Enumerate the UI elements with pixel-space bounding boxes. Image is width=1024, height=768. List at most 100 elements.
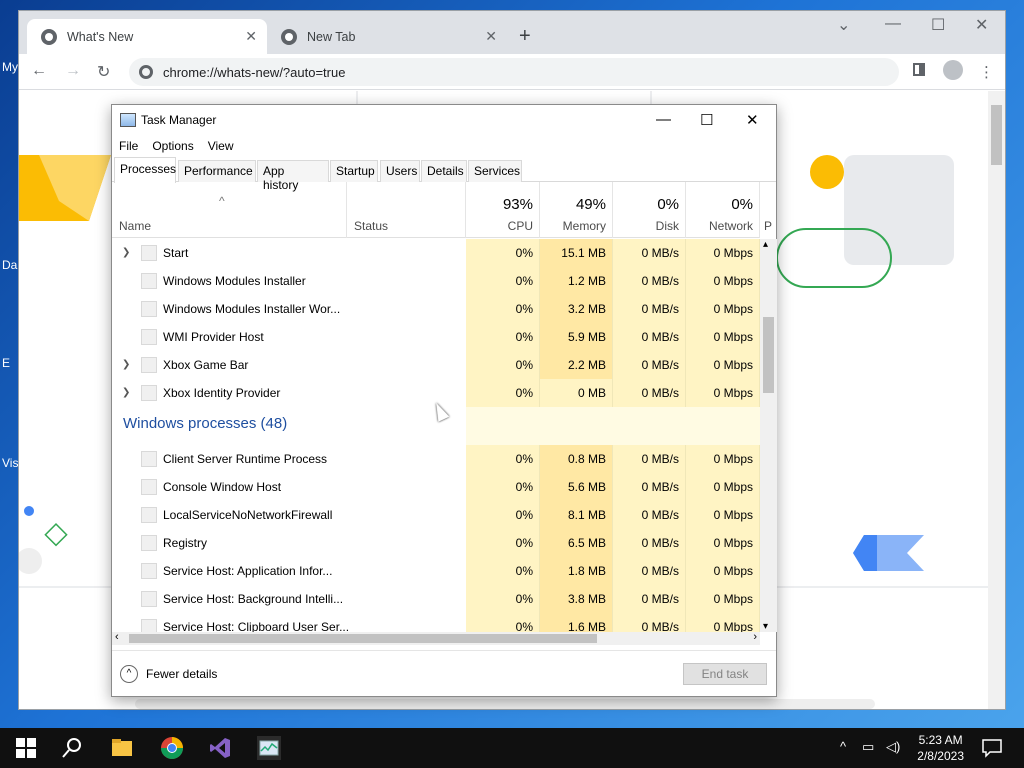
task-manager-icon	[120, 113, 136, 127]
table-row[interactable]: Service Host: Application Infor... 0% 1.…	[112, 557, 760, 585]
chrome-favicon-icon	[41, 28, 57, 45]
tab-details[interactable]: Details	[421, 160, 467, 182]
process-icon	[141, 451, 157, 467]
task-manager-footer: ^ Fewer details End task	[112, 650, 776, 697]
table-row[interactable]: WMI Provider Host 0% 5.9 MB 0 MB/s 0 Mbp…	[112, 323, 760, 351]
process-list: ❯ Start 0% 15.1 MB 0 MB/s 0 Mbps Windows…	[112, 239, 760, 632]
process-icon	[141, 273, 157, 289]
tab-title: New Tab	[307, 29, 356, 44]
tab-services[interactable]: Services	[468, 160, 522, 182]
process-icon	[141, 245, 157, 261]
chrome-favicon-icon	[281, 28, 297, 45]
tab-startup[interactable]: Startup	[330, 160, 378, 182]
desktop-icon-label[interactable]: E	[2, 356, 10, 370]
table-row[interactable]: Windows Modules Installer Wor... 0% 3.2 …	[112, 295, 760, 323]
network-icon[interactable]: ▭	[862, 739, 874, 755]
process-icon	[141, 591, 157, 607]
new-tab-button[interactable]: +	[519, 25, 531, 48]
page-scrollbar[interactable]	[988, 91, 1005, 709]
column-disk[interactable]: 0% Disk	[613, 182, 686, 238]
close-button[interactable]: ✕	[975, 15, 988, 35]
address-bar[interactable]: chrome://whats-new/?auto=true	[129, 58, 899, 86]
tab-new-tab[interactable]: New Tab ✕	[267, 19, 507, 54]
clock[interactable]: 5:23 AM 2/8/2023	[917, 732, 964, 764]
column-network[interactable]: 0% Network	[686, 182, 760, 238]
maximize-button[interactable]: ☐	[931, 15, 945, 35]
desktop-icon-label[interactable]: My	[2, 60, 18, 74]
table-row[interactable]: Registry 0% 6.5 MB 0 MB/s 0 Mbps	[112, 529, 760, 557]
desktop-icon-label[interactable]: Da	[2, 258, 17, 272]
sort-caret-icon: ^	[219, 194, 225, 208]
process-icon	[141, 329, 157, 345]
minimize-button[interactable]: —	[885, 15, 901, 33]
tab-whats-new[interactable]: What's New ✕	[27, 19, 267, 54]
column-cpu[interactable]: 93% CPU	[466, 182, 540, 238]
scroll-left-icon[interactable]: ‹	[115, 631, 119, 643]
scroll-up-icon[interactable]: ▴	[763, 239, 768, 250]
expand-icon[interactable]: ❯	[122, 359, 130, 370]
visual-studio-icon[interactable]	[208, 736, 232, 760]
tab-app-history[interactable]: App history	[257, 160, 329, 192]
window-title: Task Manager	[141, 113, 217, 127]
expand-icon[interactable]: ❯	[122, 387, 130, 398]
tab-users[interactable]: Users	[380, 160, 420, 182]
process-icon	[141, 385, 157, 401]
scrollbar-thumb[interactable]	[129, 634, 597, 643]
search-icon[interactable]	[60, 736, 84, 760]
scroll-right-icon[interactable]: ›	[753, 631, 757, 643]
desktop-icon-label[interactable]: Vis	[2, 456, 18, 470]
scrollbar-thumb[interactable]	[991, 105, 1002, 165]
side-panel-icon[interactable]	[913, 63, 925, 76]
forward-icon[interactable]: →	[65, 62, 81, 80]
minimize-button[interactable]: —	[656, 111, 671, 128]
address-text: chrome://whats-new/?auto=true	[163, 64, 346, 80]
windows-start-icon[interactable]	[14, 736, 38, 760]
table-row[interactable]: Windows Modules Installer 0% 1.2 MB 0 MB…	[112, 267, 760, 295]
column-power[interactable]: P	[760, 182, 774, 238]
clock-time: 5:23 AM	[918, 733, 963, 747]
tab-bar: Processes Performance App history Startu…	[112, 157, 776, 192]
tab-performance[interactable]: Performance	[178, 160, 256, 182]
table-row[interactable]: Service Host: Clipboard User Ser... 0% 1…	[112, 613, 760, 632]
table-row[interactable]: LocalServiceNoNetworkFirewall 0% 8.1 MB …	[112, 501, 760, 529]
chrome-icon[interactable]	[160, 736, 184, 760]
vertical-scrollbar[interactable]: ▴ ▾	[760, 239, 777, 632]
show-hidden-icons-icon[interactable]: ^	[840, 739, 846, 754]
table-row[interactable]: ❯ Start 0% 15.1 MB 0 MB/s 0 Mbps	[112, 239, 760, 267]
tab-close-icon[interactable]: ✕	[485, 28, 497, 45]
maximize-button[interactable]: ☐	[700, 111, 713, 129]
back-icon[interactable]: ←	[31, 62, 47, 80]
menu-options[interactable]: Options	[145, 135, 200, 157]
end-task-button[interactable]: End task	[683, 663, 767, 685]
column-status[interactable]: Status	[347, 182, 466, 238]
close-button[interactable]: ✕	[746, 111, 759, 129]
task-manager-titlebar[interactable]: Task Manager — ☐ ✕	[112, 105, 776, 135]
process-icon	[141, 357, 157, 373]
column-memory[interactable]: 49% Memory	[540, 182, 613, 238]
horizontal-scrollbar[interactable]: ‹ ›	[112, 631, 760, 645]
table-row[interactable]: Client Server Runtime Process 0% 0.8 MB …	[112, 445, 760, 473]
kebab-menu-icon[interactable]: ⋮	[979, 63, 994, 81]
file-explorer-icon[interactable]	[110, 736, 134, 760]
process-icon	[141, 619, 157, 632]
tab-close-icon[interactable]: ✕	[245, 28, 257, 45]
table-row[interactable]: Console Window Host 0% 5.6 MB 0 MB/s 0 M…	[112, 473, 760, 501]
reload-icon[interactable]: ↻	[97, 62, 110, 82]
scrollbar-thumb[interactable]	[763, 317, 774, 393]
expand-icon[interactable]: ❯	[122, 247, 130, 258]
notifications-icon[interactable]	[980, 736, 1004, 760]
tab-title: What's New	[67, 29, 134, 44]
volume-icon[interactable]: ◁)	[886, 739, 900, 755]
scroll-down-icon[interactable]: ▾	[763, 621, 768, 632]
table-row[interactable]: ❯ Xbox Game Bar 0% 2.2 MB 0 MB/s 0 Mbps	[112, 351, 760, 379]
table-row[interactable]: Service Host: Background Intelli... 0% 3…	[112, 585, 760, 613]
profile-avatar-icon[interactable]	[943, 60, 963, 80]
menu-view[interactable]: View	[201, 135, 241, 157]
tab-search-icon[interactable]: ⌄	[837, 15, 850, 35]
fewer-details-button[interactable]: ^ Fewer details	[120, 665, 217, 683]
tab-processes[interactable]: Processes	[114, 157, 176, 183]
task-manager-icon[interactable]	[257, 736, 281, 760]
menu-file[interactable]: File	[112, 135, 145, 157]
chrome-page-icon	[139, 65, 153, 79]
column-name[interactable]: ^ Name	[112, 182, 347, 238]
